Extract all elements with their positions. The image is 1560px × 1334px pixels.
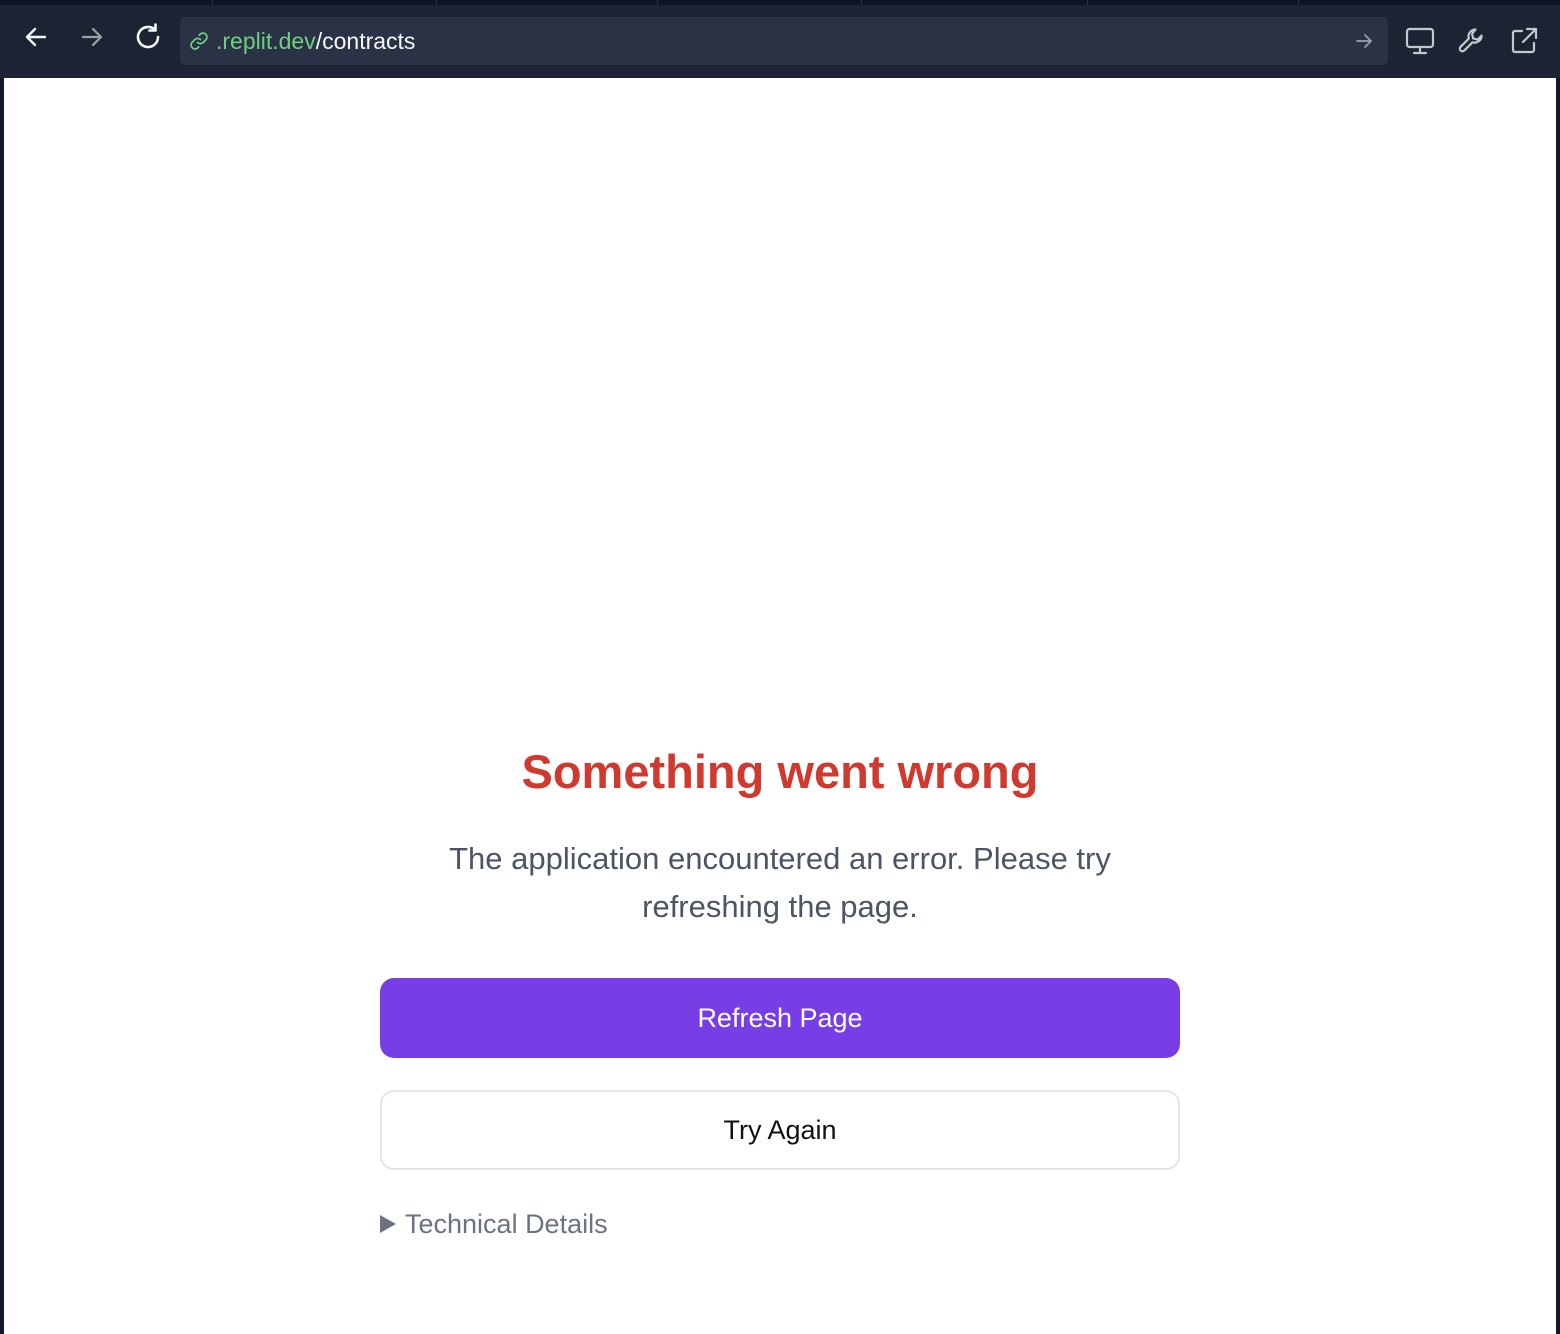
reload-icon: [136, 23, 160, 49]
technical-details-label: Technical Details: [405, 1209, 608, 1239]
external-link-icon: [1511, 27, 1538, 54]
browser-toolbar: .replit.dev/contracts: [0, 5, 1560, 78]
reload-button[interactable]: [130, 19, 166, 55]
arrow-left-icon: [25, 27, 47, 47]
browser-window: .replit.dev/contracts Something went wro…: [0, 0, 1560, 1334]
error-message: The application encountered an error. Pl…: [449, 841, 1111, 924]
forward-button[interactable]: [74, 19, 110, 55]
link-icon: [190, 32, 208, 50]
open-external-button[interactable]: [1506, 23, 1542, 59]
refresh-page-button[interactable]: Refresh Page: [380, 978, 1180, 1058]
disclosure-triangle-icon: [380, 1215, 396, 1233]
url-bar[interactable]: .replit.dev/contracts: [180, 17, 1388, 65]
arrow-right-icon[interactable]: [1354, 31, 1374, 51]
url-path: /contracts: [315, 28, 416, 54]
wrench-icon: [1458, 28, 1483, 53]
url-text[interactable]: .replit.dev/contracts: [216, 28, 415, 54]
page-viewport: Something went wrong The application enc…: [4, 78, 1556, 1334]
back-button[interactable]: [18, 19, 54, 55]
error-boundary: Something went wrong The application enc…: [4, 78, 1556, 1334]
devtools-button[interactable]: [1454, 23, 1490, 59]
error-title: Something went wrong: [521, 745, 1039, 798]
devices-button[interactable]: [1402, 23, 1438, 59]
technical-details-toggle[interactable]: Technical Details: [380, 1204, 608, 1244]
arrow-right-icon: [81, 27, 103, 47]
monitor-icon: [1405, 27, 1435, 55]
url-domain: .replit.dev: [216, 28, 316, 54]
try-again-button[interactable]: Try Again: [380, 1090, 1180, 1170]
